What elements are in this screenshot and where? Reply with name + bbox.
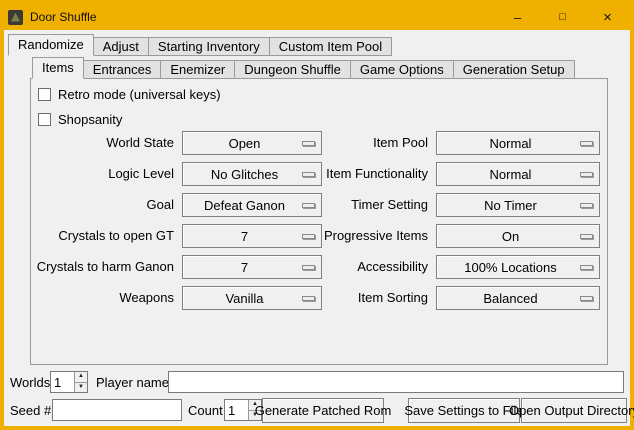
tab-dungeon-shuffle[interactable]: Dungeon Shuffle	[234, 60, 351, 79]
worlds-input[interactable]	[51, 372, 74, 392]
shopsanity-label: Shopsanity	[58, 112, 122, 127]
settings-row-4: Crystals to open GT 7 Progressive Items …	[4, 224, 630, 248]
maximize-button[interactable]: □	[540, 4, 585, 30]
close-button[interactable]: ×	[585, 4, 630, 30]
count-label: Count	[188, 399, 223, 422]
menu-indicator-icon	[580, 296, 593, 301]
tab-generation-setup[interactable]: Generation Setup	[453, 60, 575, 79]
progressive-items-dropdown[interactable]: On	[436, 224, 600, 248]
app-icon	[8, 10, 23, 25]
item-functionality-label: Item Functionality	[248, 162, 428, 186]
shopsanity-row: Shopsanity	[38, 111, 122, 127]
open-output-directory-button[interactable]: Open Output Directory	[521, 398, 627, 423]
tab-adjust[interactable]: Adjust	[93, 37, 149, 56]
menu-indicator-icon	[580, 234, 593, 239]
menu-indicator-icon	[580, 265, 593, 270]
tab-enemizer[interactable]: Enemizer	[160, 60, 235, 79]
progressive-items-label: Progressive Items	[248, 224, 428, 248]
accessibility-dropdown[interactable]: 100% Locations	[436, 255, 600, 279]
settings-row-2: Logic Level No Glitches Item Functionali…	[4, 162, 630, 186]
tab-custom-item-pool[interactable]: Custom Item Pool	[269, 37, 392, 56]
tab-items[interactable]: Items	[32, 57, 84, 79]
menu-indicator-icon	[580, 141, 593, 146]
door-shuffle-window: Door Shuffle – □ × Randomize Adjust Star…	[0, 0, 634, 430]
window-controls: – □ ×	[495, 4, 630, 30]
inner-tab-bar: Items Entrances Enemizer Dungeon Shuffle…	[32, 57, 575, 79]
goal-label: Goal	[34, 193, 174, 217]
count-input[interactable]	[225, 400, 248, 420]
item-sorting-value: Balanced	[437, 291, 580, 306]
minimize-button[interactable]: –	[495, 4, 540, 30]
item-pool-label: Item Pool	[248, 131, 428, 155]
logic-level-label: Logic Level	[34, 162, 174, 186]
settings-row-1: World State Open Item Pool Normal	[4, 131, 630, 155]
settings-row-6: Weapons Vanilla Item Sorting Balanced	[4, 286, 630, 310]
tab-starting-inventory[interactable]: Starting Inventory	[148, 37, 270, 56]
weapons-label: Weapons	[34, 286, 174, 310]
tab-entrances[interactable]: Entrances	[83, 60, 162, 79]
client-area: Randomize Adjust Starting Inventory Cust…	[4, 30, 630, 426]
retro-mode-checkbox[interactable]	[38, 88, 51, 101]
menu-indicator-icon	[580, 172, 593, 177]
timer-setting-value: No Timer	[437, 198, 580, 213]
timer-setting-dropdown[interactable]: No Timer	[436, 193, 600, 217]
item-functionality-dropdown[interactable]: Normal	[436, 162, 600, 186]
worlds-spinner[interactable]: ▲ ▼	[50, 371, 88, 393]
crystals-open-gt-label: Crystals to open GT	[34, 224, 174, 248]
save-settings-button[interactable]: Save Settings to File	[408, 398, 520, 423]
shopsanity-checkbox[interactable]	[38, 113, 51, 126]
item-functionality-value: Normal	[437, 167, 580, 182]
spinner-down-icon[interactable]: ▼	[75, 383, 87, 393]
retro-mode-label: Retro mode (universal keys)	[58, 87, 221, 102]
progressive-items-value: On	[437, 229, 580, 244]
settings-row-3: Goal Defeat Ganon Timer Setting No Timer	[4, 193, 630, 217]
worlds-label: Worlds	[10, 371, 50, 394]
accessibility-value: 100% Locations	[437, 260, 580, 275]
crystals-harm-ganon-label: Crystals to harm Ganon	[34, 255, 174, 279]
settings-row-5: Crystals to harm Ganon 7 Accessibility 1…	[4, 255, 630, 279]
retro-mode-row: Retro mode (universal keys)	[38, 86, 221, 102]
worlds-spinner-buttons: ▲ ▼	[74, 372, 87, 392]
player-names-input[interactable]	[168, 371, 624, 393]
player-names-label: Player names	[96, 371, 175, 394]
item-pool-dropdown[interactable]: Normal	[436, 131, 600, 155]
seed-input[interactable]	[52, 399, 182, 421]
timer-setting-label: Timer Setting	[248, 193, 428, 217]
world-state-label: World State	[34, 131, 174, 155]
menu-indicator-icon	[580, 203, 593, 208]
spinner-up-icon[interactable]: ▲	[75, 372, 87, 383]
window-title: Door Shuffle	[30, 10, 97, 24]
titlebar: Door Shuffle – □ ×	[4, 4, 630, 30]
item-sorting-label: Item Sorting	[248, 286, 428, 310]
accessibility-label: Accessibility	[248, 255, 428, 279]
tab-randomize[interactable]: Randomize	[8, 34, 94, 56]
outer-tab-bar: Randomize Adjust Starting Inventory Cust…	[8, 34, 392, 56]
tab-game-options[interactable]: Game Options	[350, 60, 454, 79]
generate-patched-rom-button[interactable]: Generate Patched Rom	[262, 398, 384, 423]
seed-label: Seed #	[10, 399, 51, 422]
item-pool-value: Normal	[437, 136, 580, 151]
item-sorting-dropdown[interactable]: Balanced	[436, 286, 600, 310]
